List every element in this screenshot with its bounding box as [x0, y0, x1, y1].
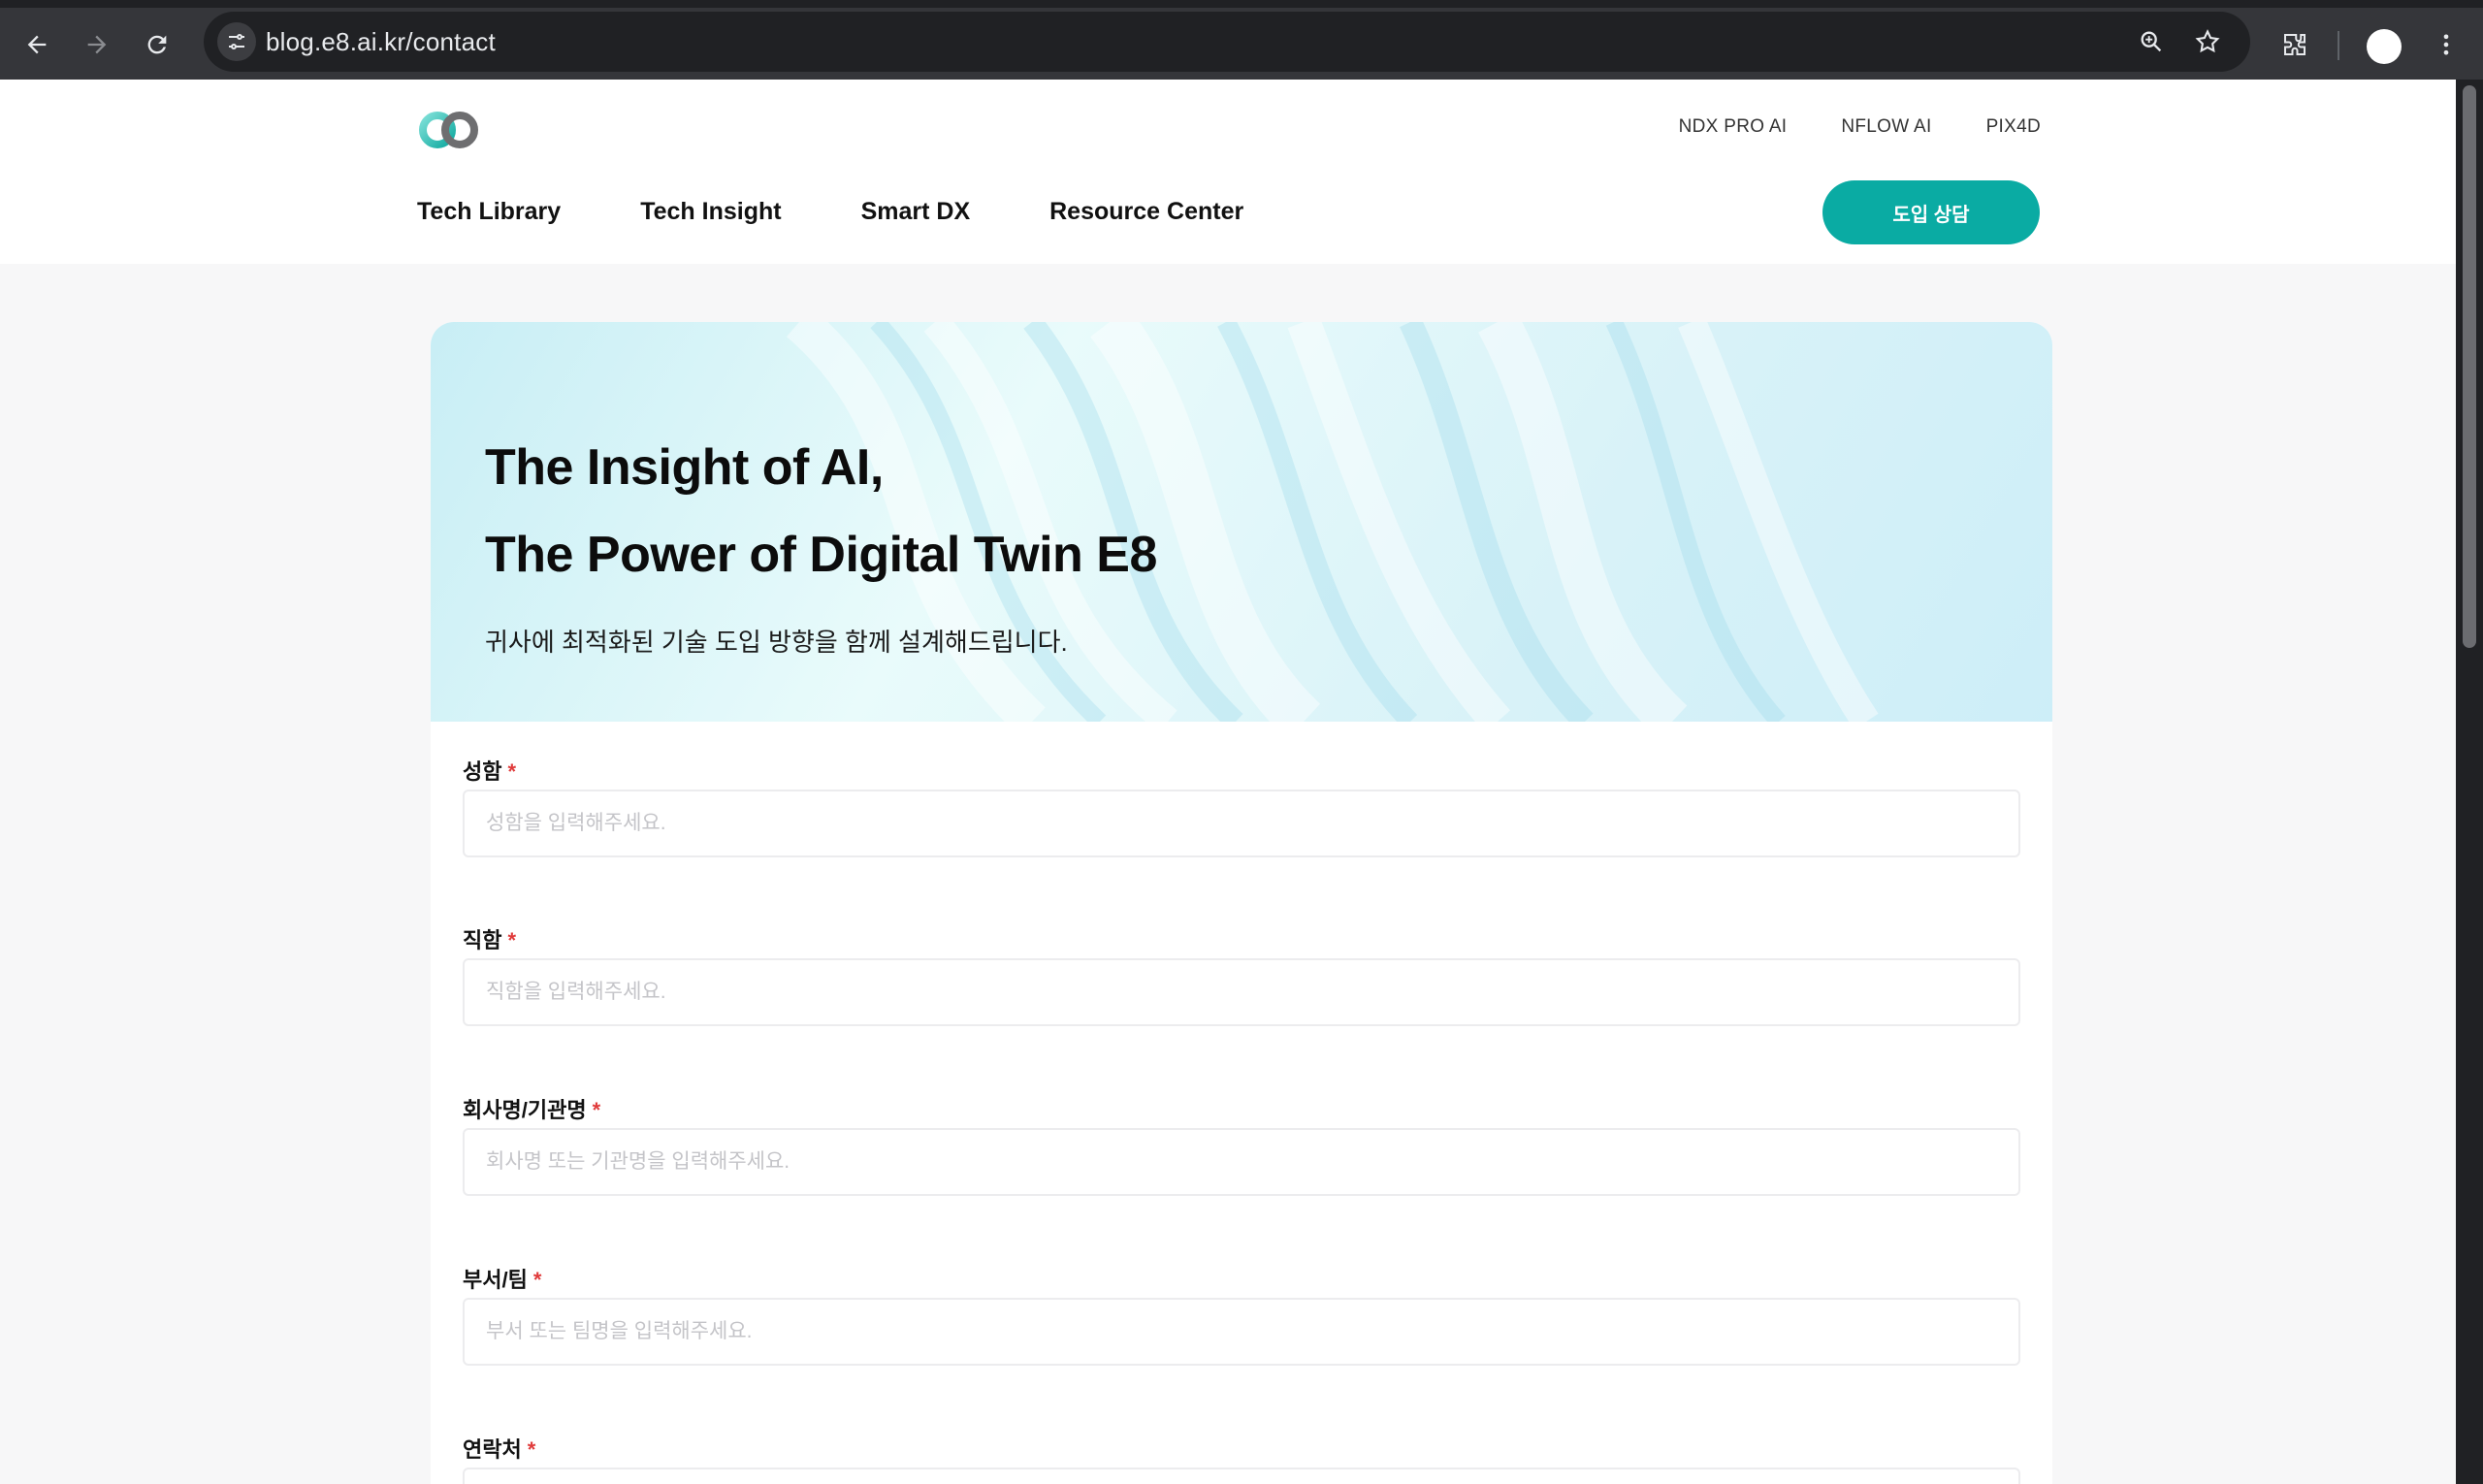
back-button[interactable]: [16, 23, 58, 66]
required-mark: *: [527, 1437, 536, 1462]
job-title-input[interactable]: [463, 958, 2020, 1026]
form-field-title: 직함 *: [463, 923, 2020, 1026]
nav-tech-insight[interactable]: Tech Insight: [640, 198, 781, 226]
form-field-name: 성함 *: [463, 755, 2020, 857]
hero-wave-background: [786, 322, 1879, 722]
nav-tech-library[interactable]: Tech Library: [417, 198, 561, 226]
required-mark: *: [592, 1098, 601, 1122]
toolbar-divider: [2338, 31, 2339, 60]
phone-input[interactable]: [463, 1468, 2020, 1484]
link-pix4d[interactable]: PIX4D: [1986, 116, 2041, 138]
bookmark-star-icon[interactable]: [2188, 22, 2227, 61]
field-label-text: 연락처: [463, 1437, 522, 1462]
department-input[interactable]: [463, 1298, 2020, 1366]
company-input[interactable]: [463, 1128, 2020, 1196]
profile-avatar[interactable]: [2367, 29, 2402, 64]
required-mark: *: [507, 759, 517, 784]
e8-logo[interactable]: [417, 109, 481, 151]
form-field-company: 회사명/기관명 *: [463, 1093, 2020, 1196]
field-label: 직함 *: [463, 923, 2020, 954]
browser-toolbar: blog.e8.ai.kr/contact: [0, 0, 2483, 80]
required-mark: *: [507, 928, 517, 952]
field-label: 연락처 *: [463, 1433, 2020, 1464]
hero-title-line-1: The Insight of AI,: [485, 439, 884, 496]
reload-button[interactable]: [136, 23, 178, 66]
link-ndx-pro-ai[interactable]: NDX PRO AI: [1679, 116, 1788, 138]
main-nav: Tech Library Tech Insight Smart DX Resou…: [417, 198, 1243, 226]
field-label: 부서/팀 *: [463, 1263, 2020, 1294]
form-field-department: 부서/팀 *: [463, 1263, 2020, 1366]
address-bar[interactable]: blog.e8.ai.kr/contact: [204, 12, 2250, 72]
contact-form-card: The Insight of AI, The Power of Digital …: [431, 322, 2052, 1484]
site-info-icon[interactable]: [217, 22, 256, 61]
site-header: NDX PRO AI NFLOW AI PIX4D Tech Library T…: [0, 80, 2456, 264]
name-input[interactable]: [463, 790, 2020, 857]
link-nflow-ai[interactable]: NFLOW AI: [1841, 116, 1931, 138]
arrow-right-icon: [87, 35, 107, 54]
reload-icon: [147, 35, 167, 54]
nav-smart-dx[interactable]: Smart DX: [861, 198, 971, 226]
page-scrollbar[interactable]: [2456, 80, 2483, 1484]
hero-banner: The Insight of AI, The Power of Digital …: [431, 322, 2052, 722]
field-label-text: 부서/팀: [463, 1268, 528, 1292]
field-label: 성함 *: [463, 755, 2020, 786]
top-utility-links: NDX PRO AI NFLOW AI PIX4D: [1679, 116, 2041, 138]
hero-title-line-2: The Power of Digital Twin E8: [485, 527, 1157, 583]
url-text[interactable]: blog.e8.ai.kr/contact: [266, 27, 496, 57]
field-label-text: 직함: [463, 928, 502, 952]
required-mark: *: [532, 1268, 542, 1292]
forward-button[interactable]: [76, 23, 118, 66]
extensions-icon[interactable]: [2273, 23, 2316, 66]
nav-resource-center[interactable]: Resource Center: [1049, 198, 1243, 226]
field-label-text: 회사명/기관명: [463, 1098, 587, 1122]
hero-subtitle: 귀사에 최적화된 기술 도입 방향을 함께 설계해드립니다.: [485, 628, 1068, 657]
zoom-icon[interactable]: [2132, 22, 2171, 61]
arrow-left-icon: [27, 35, 47, 54]
field-label-text: 성함: [463, 759, 502, 784]
menu-kebab-icon[interactable]: [2425, 23, 2467, 66]
page-viewport: NDX PRO AI NFLOW AI PIX4D Tech Library T…: [0, 80, 2456, 1484]
form-field-contact: 연락처 *: [463, 1433, 2020, 1484]
scrollbar-thumb[interactable]: [2463, 85, 2476, 648]
field-label: 회사명/기관명 *: [463, 1093, 2020, 1124]
consultation-button[interactable]: 도입 상담: [1822, 180, 2040, 244]
